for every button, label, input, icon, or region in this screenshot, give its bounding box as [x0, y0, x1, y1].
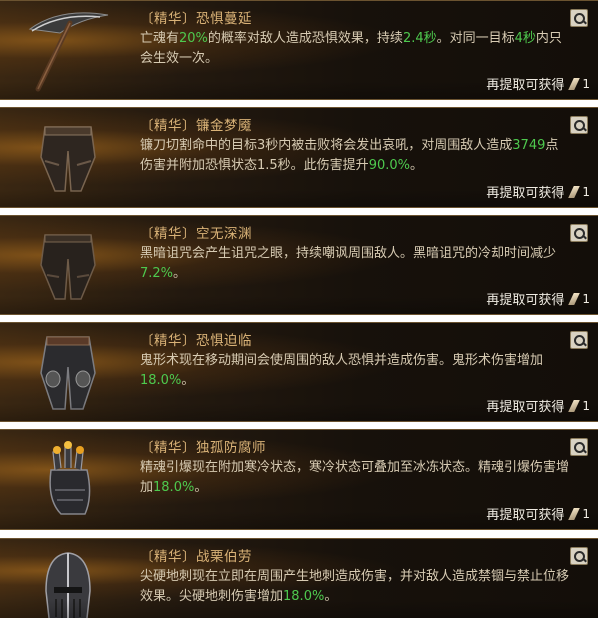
inspect-button[interactable]	[570, 547, 588, 565]
shard-icon	[568, 77, 581, 90]
description-text: 的概率对敌人造成恐惧效果，持续	[207, 31, 403, 46]
description-text: 。	[324, 589, 338, 604]
shard-icon	[568, 399, 581, 412]
aspect-description: 亡魂有20%的概率对敌人造成恐惧效果，持续2.4秒。对同一目标4秒内只会生效一次…	[140, 29, 570, 69]
aspect-card[interactable]: 〔精华〕独孤防腐师 精魂引爆现在附加寒冷状态，寒冷状态可叠加至冰冻状态。精魂引爆…	[0, 429, 598, 530]
highlight-value: 4秒	[514, 31, 536, 46]
extract-label: 再提取可获得	[486, 508, 565, 523]
shard-icon	[568, 507, 581, 520]
extract-label: 再提取可获得	[486, 293, 565, 308]
description-text: 镰刀切割命中的目标3秒内被击败将会发出哀吼，对周围敌人造成	[140, 138, 513, 153]
inspect-button[interactable]	[570, 331, 588, 349]
extract-reward: 再提取可获得 1	[486, 74, 590, 94]
shard-icon	[568, 185, 581, 198]
highlight-value: 3749	[512, 138, 546, 153]
extract-label: 再提取可获得	[486, 400, 565, 415]
highlight-value: 18.0%	[283, 589, 325, 604]
pants-icon	[18, 116, 118, 200]
aspect-card[interactable]: 〔精华〕战栗伯劳 尖硬地刺现在立即在周围产生地刺造成伤害，并对敌人造成禁锢与禁止…	[0, 538, 598, 618]
aspect-description: 黑暗诅咒会产生诅咒之眼，持续嘲讽周围敌人。黑暗诅咒的冷却时间减少 7.2%。	[140, 244, 570, 284]
highlight-value: 2.4秒	[402, 31, 437, 46]
inspect-button[interactable]	[570, 224, 588, 242]
aspect-title: 〔精华〕战栗伯劳	[140, 549, 252, 565]
description-text: 尖硬地刺现在立即在周围产生地刺造成伤害，并对敌人造成禁锢与禁止位移效果。尖硬地刺…	[140, 569, 570, 604]
description-text: 。	[194, 480, 208, 495]
scythe-icon	[18, 9, 118, 93]
aspect-card[interactable]: 〔精华〕空无深渊 黑暗诅咒会产生诅咒之眼，持续嘲讽周围敌人。黑暗诅咒的冷却时间减…	[0, 215, 598, 315]
extract-reward: 再提取可获得 1	[486, 289, 590, 309]
aspect-description: 鬼形术现在移动期间会使周围的敌人恐惧并造成伤害。鬼形术伤害增加 18.0%。	[140, 351, 570, 391]
highlight-value: 90.0%	[368, 158, 410, 173]
extract-label: 再提取可获得	[486, 186, 565, 201]
highlight-value: 18.0%	[140, 373, 182, 388]
reward-count: 1	[582, 76, 590, 91]
aspect-title: 〔精华〕恐惧迫临	[140, 333, 252, 349]
inspect-button[interactable]	[570, 9, 588, 27]
helmet-icon	[18, 545, 118, 618]
aspect-card[interactable]: 〔精华〕恐惧蔓延 亡魂有20%的概率对敌人造成恐惧效果，持续2.4秒。对同一目标…	[0, 0, 598, 100]
extract-reward: 再提取可获得 1	[486, 182, 590, 202]
aspect-title: 〔精华〕空无深渊	[140, 226, 252, 242]
aspect-title: 〔精华〕恐惧蔓延	[140, 11, 252, 27]
description-text: 。对同一目标	[436, 31, 515, 46]
description-text: 亡魂有	[140, 31, 180, 46]
inspect-button[interactable]	[570, 438, 588, 456]
aspect-title: 〔精华〕镰金梦魇	[140, 118, 252, 134]
pants-icon	[18, 224, 118, 308]
aspect-card[interactable]: 〔精华〕镰金梦魇 镰刀切割命中的目标3秒内被击败将会发出哀吼，对周围敌人造成37…	[0, 107, 598, 208]
highlight-value: 20%	[179, 31, 208, 46]
aspect-description: 尖硬地刺现在立即在周围产生地刺造成伤害，并对敌人造成禁锢与禁止位移效果。尖硬地刺…	[140, 567, 570, 607]
reward-count: 1	[582, 184, 590, 199]
aspect-title: 〔精华〕独孤防腐师	[140, 440, 266, 456]
aspect-description: 精魂引爆现在附加寒冷状态，寒冷状态可叠加至冰冻状态。精魂引爆伤害增加18.0%。	[140, 458, 570, 498]
shard-icon	[568, 292, 581, 305]
description-text: 鬼形术现在移动期间会使周围的敌人恐惧并造成伤害。鬼形术伤害增加	[140, 353, 544, 368]
extract-reward: 再提取可获得 1	[486, 396, 590, 416]
extract-reward: 再提取可获得 1	[486, 504, 590, 524]
highlight-value: 7.2%	[140, 266, 174, 281]
extract-label: 再提取可获得	[486, 78, 565, 93]
description-text: 。	[181, 373, 195, 388]
aspect-card[interactable]: 〔精华〕恐惧迫临 鬼形术现在移动期间会使周围的敌人恐惧并造成伤害。鬼形术伤害增加…	[0, 322, 598, 422]
highlight-value: 18.0%	[153, 480, 195, 495]
aspect-description: 镰刀切割命中的目标3秒内被击败将会发出哀吼，对周围敌人造成3749点伤害并附加恐…	[140, 136, 570, 176]
reward-count: 1	[582, 398, 590, 413]
reward-count: 1	[582, 291, 590, 306]
description-text: 。	[410, 158, 424, 173]
gauntlet-icon	[18, 438, 118, 522]
reward-count: 1	[582, 506, 590, 521]
inspect-button[interactable]	[570, 116, 588, 134]
description-text: 。	[173, 266, 187, 281]
armored-pants-icon	[18, 331, 118, 415]
description-text: 黑暗诅咒会产生诅咒之眼，持续嘲讽周围敌人。黑暗诅咒的冷却时间减少	[140, 246, 557, 261]
